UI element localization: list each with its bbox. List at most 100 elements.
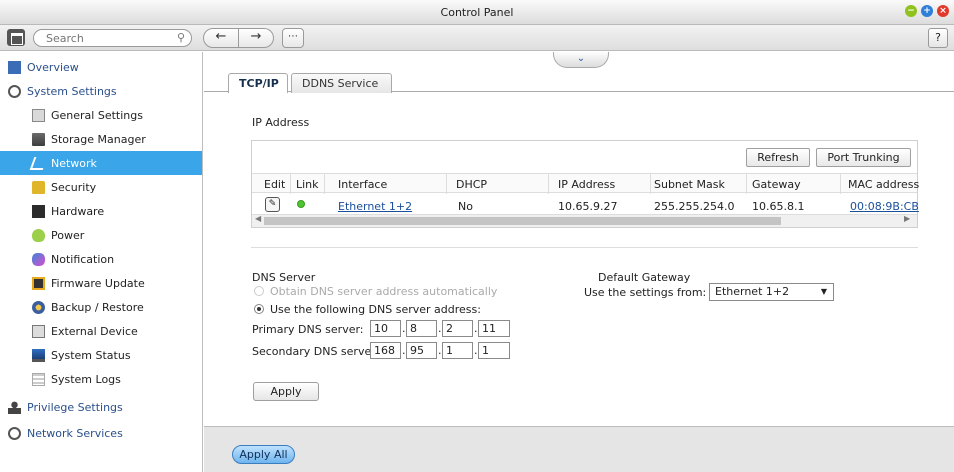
maximize-button[interactable]: + [921, 5, 933, 17]
interface-table: Refresh Port Trunking Edit Link Interfac… [251, 140, 919, 228]
dns-auto-option[interactable]: Obtain DNS server address automatically [254, 285, 497, 298]
apps-grid-button[interactable]: ⋯ [282, 28, 304, 48]
gateway-select-value: Ethernet 1+2 [715, 285, 790, 298]
collapse-handle-chevron-down-icon[interactable]: ⌄ [553, 52, 609, 68]
sidebar-item-label: System Status [51, 348, 131, 362]
sidebar-item-external-device[interactable]: External Device [0, 319, 202, 343]
search-box[interactable]: ⚲ [33, 29, 192, 47]
edit-pencil-icon[interactable]: ✎ [265, 197, 280, 212]
sidebar-item-privilege-settings[interactable]: Privilege Settings [0, 395, 202, 419]
firmware-icon [32, 276, 45, 290]
sidebar-item-security[interactable]: Security [0, 175, 202, 199]
scroll-left-icon[interactable]: ◀ [255, 214, 261, 223]
dns-server-title: DNS Server [252, 271, 316, 284]
column-header: Interface [338, 178, 388, 191]
chevron-down-icon: ▼ [820, 287, 827, 296]
tab-ddns-service[interactable]: DDNS Service [291, 73, 392, 93]
toolbar: ⚲ ← → ⋯ ? [0, 25, 954, 51]
sidebar-toggle-icon[interactable] [7, 29, 25, 46]
search-icon[interactable]: ⚲ [177, 31, 185, 44]
section-divider [251, 247, 918, 248]
port-trunking-button[interactable]: Port Trunking [816, 148, 911, 167]
gateway-select[interactable]: Ethernet 1+2 ▼ [709, 283, 834, 301]
sidebar-item-label: Hardware [51, 204, 105, 218]
minimize-button[interactable]: − [905, 5, 917, 17]
scroll-thumb[interactable] [264, 217, 781, 225]
search-input[interactable] [46, 32, 166, 45]
dhcp-value: No [458, 200, 473, 213]
primary-dns-label: Primary DNS server: [252, 323, 364, 336]
tab-tcp-ip[interactable]: TCP/IP [228, 73, 288, 93]
secondary-dns-octet-4[interactable]: 1 [478, 342, 510, 359]
primary-dns-octet-4[interactable]: 11 [478, 320, 510, 337]
storage-icon [32, 132, 45, 146]
network-icon [29, 156, 48, 170]
sidebar-item-label: External Device [51, 324, 138, 338]
apply-all-button[interactable]: Apply All [232, 445, 295, 464]
sidebar-item-overview[interactable]: Overview [0, 55, 202, 79]
apply-button[interactable]: Apply [253, 382, 319, 401]
primary-dns-octet-1[interactable]: 10 [370, 320, 401, 337]
secondary-dns-octet-1[interactable]: 168 [370, 342, 401, 359]
sidebar-item-label: Backup / Restore [51, 300, 144, 314]
sidebar: Overview System Settings General Setting… [0, 52, 203, 472]
sidebar-item-storage-manager[interactable]: Storage Manager [0, 127, 202, 151]
close-button[interactable]: × [937, 5, 949, 17]
general-settings-icon [32, 108, 45, 122]
dns-manual-label: Use the following DNS server address: [270, 303, 481, 316]
primary-dns-octet-3[interactable]: 2 [442, 320, 473, 337]
sidebar-item-label: Power [51, 228, 85, 242]
sidebar-item-label: Network Services [27, 426, 123, 440]
default-gateway-title: Default Gateway [598, 271, 691, 284]
sidebar-item-label: Storage Manager [51, 132, 146, 146]
column-header: Edit [264, 178, 286, 191]
sidebar-item-general-settings[interactable]: General Settings [0, 103, 202, 127]
window-title: Control Panel [440, 6, 514, 19]
column-header: Link [296, 178, 319, 191]
dns-auto-radio[interactable] [254, 286, 264, 296]
interface-link[interactable]: Ethernet 1+2 [338, 200, 412, 213]
sidebar-item-label: Privilege Settings [27, 400, 123, 414]
sidebar-item-label: Security [51, 180, 97, 194]
sidebar-item-network[interactable]: Network [0, 151, 202, 175]
dns-manual-radio[interactable] [254, 304, 264, 314]
sidebar-item-label: General Settings [51, 108, 143, 122]
sidebar-item-backup-restore[interactable]: Backup / Restore [0, 295, 202, 319]
sidebar-item-network-services[interactable]: Network Services [0, 421, 202, 445]
sidebar-item-system-status[interactable]: System Status [0, 343, 202, 367]
tab-strip: TCP/IP DDNS Service [204, 70, 954, 93]
external-device-icon [32, 324, 45, 338]
link-status-icon [297, 200, 305, 208]
subnet-value: 255.255.254.0 [654, 200, 735, 213]
sidebar-item-label: Notification [51, 252, 115, 266]
primary-dns-octet-2[interactable]: 8 [406, 320, 437, 337]
help-button[interactable]: ? [928, 28, 948, 48]
sidebar-item-hardware[interactable]: Hardware [0, 199, 202, 223]
overview-icon [8, 60, 21, 74]
back-button[interactable]: ← [203, 28, 239, 48]
mac-link[interactable]: 00:08:9B:CB [850, 200, 919, 213]
title-bar: Control Panel − + × [0, 0, 954, 25]
refresh-button[interactable]: Refresh [746, 148, 810, 167]
sidebar-item-system-logs[interactable]: System Logs [0, 367, 202, 391]
dns-auto-label: Obtain DNS server address automatically [270, 285, 498, 298]
logs-icon [32, 372, 45, 386]
sidebar-item-system-settings[interactable]: System Settings [0, 79, 202, 103]
column-header: IP Address [558, 178, 616, 191]
monitor-icon [32, 348, 45, 362]
sidebar-item-notification[interactable]: Notification [0, 247, 202, 271]
sidebar-item-firmware-update[interactable]: Firmware Update [0, 271, 202, 295]
forward-button[interactable]: → [239, 28, 274, 48]
main-panel: ⌄ TCP/IP DDNS Service IP Address Refresh… [204, 52, 954, 472]
horizontal-scrollbar[interactable]: ◀ ▶ [252, 214, 917, 227]
dns-manual-option[interactable]: Use the following DNS server address: [254, 303, 481, 316]
secondary-dns-octet-2[interactable]: 95 [406, 342, 437, 359]
ip-value: 10.65.9.27 [558, 200, 618, 213]
column-header: DHCP [456, 178, 488, 191]
gateway-value: 10.65.8.1 [752, 200, 805, 213]
sidebar-item-power[interactable]: Power [0, 223, 202, 247]
scroll-right-icon[interactable]: ▶ [904, 214, 910, 223]
secondary-dns-octet-3[interactable]: 1 [442, 342, 473, 359]
sidebar-item-label: System Settings [27, 84, 117, 98]
network-services-icon [8, 426, 21, 440]
